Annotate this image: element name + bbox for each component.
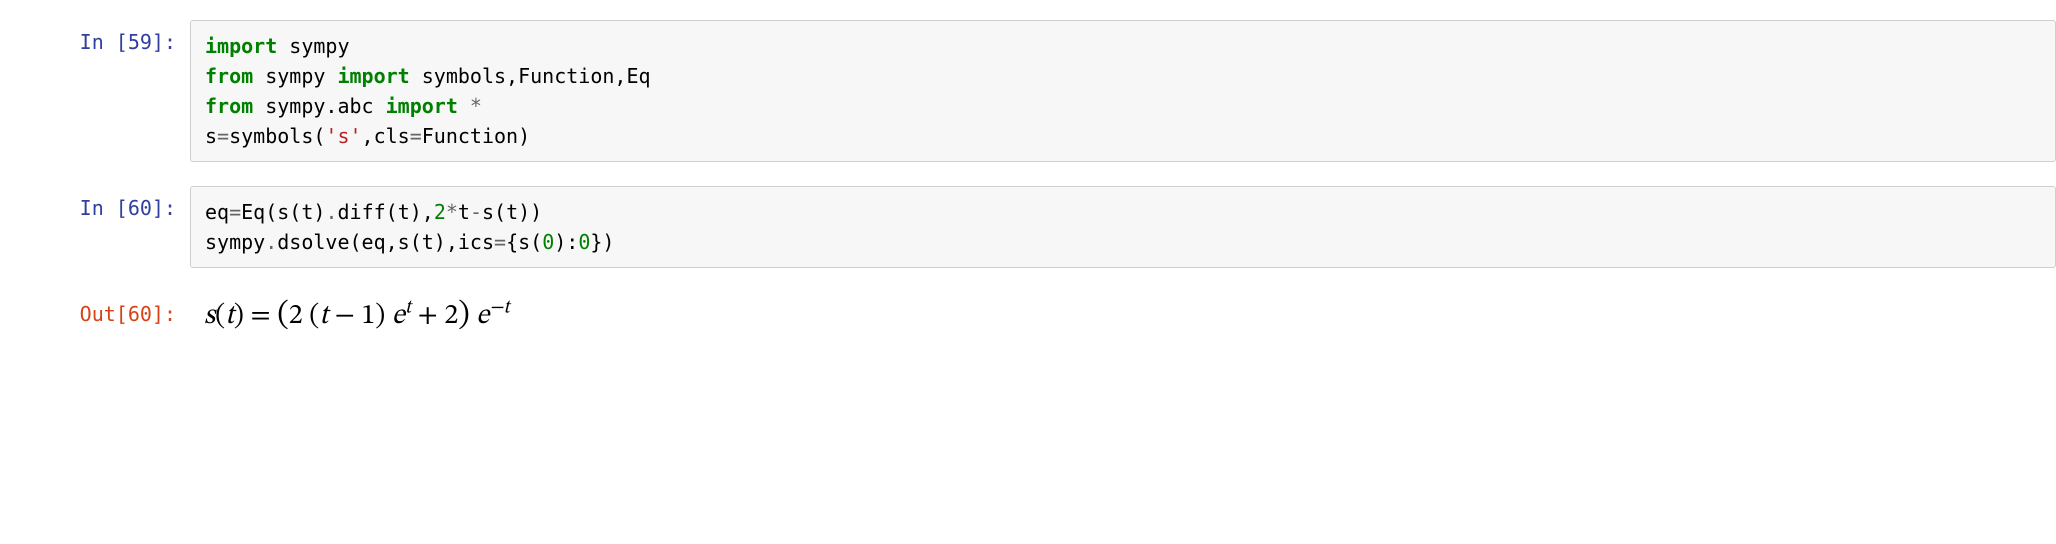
op-eq: = [217,124,229,148]
math-eq: = [244,302,277,330]
code-text: Eq(s(t) [241,200,325,224]
op-star: * [446,200,458,224]
kw-import: import [205,34,277,58]
op-star: * [458,94,482,118]
math-e: e [392,302,405,330]
cell-out-60: Out[60]: s(t) = (2 (t − 1) et + 2) e−t [0,292,2056,337]
math-minus: − [328,302,361,330]
code-text: }) [590,230,614,254]
math-space [385,302,392,330]
math-paren-close: ) [234,302,244,330]
code-text: s(t)) [482,200,542,224]
str-s: 's' [325,124,361,148]
cell-in-59: In [59]: import sympy from sympy import … [0,20,2056,162]
math-num-1: 1 [361,302,375,330]
code-text: ): [554,230,578,254]
cell-in-60: In [60]: eq=Eq(s(t).diff(t),2*t-s(t)) sy… [0,186,2056,268]
prompt-in-59: In [59]: [0,20,190,54]
kw-from: from [205,94,253,118]
kw-import: import [337,64,409,88]
op-dot: . [265,230,277,254]
op-minus: - [470,200,482,224]
code-text: sympy.abc [253,94,385,118]
math-num-2: 2 [289,302,303,330]
math-sup-neg-t: −t [489,298,509,318]
code-text: sympy [277,34,349,58]
math-paren-open: ( [277,298,289,331]
math-paren-open: ( [215,302,225,330]
code-text: t [458,200,470,224]
prompt-in-60: In [60]: [0,186,190,220]
math-var-t: t [225,302,234,330]
math-fn: s [204,302,215,330]
code-text: symbols,Function,Eq [410,64,651,88]
code-text: diff(t), [337,200,433,224]
kw-import: import [386,94,458,118]
num-0: 0 [578,230,590,254]
code-text: dsolve(eq,s(t),ics [277,230,494,254]
code-text: {s( [506,230,542,254]
code-text: Function) [422,124,530,148]
code-body-59[interactable]: import sympy from sympy import symbols,F… [190,20,2056,162]
op-eq: = [410,124,422,148]
kw-from: from [205,64,253,88]
code-text: s [205,124,217,148]
math-num-2: 2 [444,302,458,330]
code-text: sympy [253,64,337,88]
num-2: 2 [434,200,446,224]
out-body-60: s(t) = (2 (t − 1) et + 2) e−t [190,292,2056,337]
math-var-t: t [319,302,328,330]
code-text: eq [205,200,229,224]
op-eq: = [494,230,506,254]
code-body-60[interactable]: eq=Eq(s(t).diff(t),2*t-s(t)) sympy.dsolv… [190,186,2056,268]
math-paren-open: ( [309,302,319,330]
op-eq: = [229,200,241,224]
math-paren-close: ) [458,298,470,331]
math-e: e [476,302,489,330]
op-dot: . [325,200,337,224]
code-text: ,cls [362,124,410,148]
prompt-out-60: Out[60]: [0,292,190,326]
code-text: symbols( [229,124,325,148]
math-paren-close: ) [375,302,385,330]
code-text: sympy [205,230,265,254]
num-0: 0 [542,230,554,254]
math-plus: + [411,302,444,330]
